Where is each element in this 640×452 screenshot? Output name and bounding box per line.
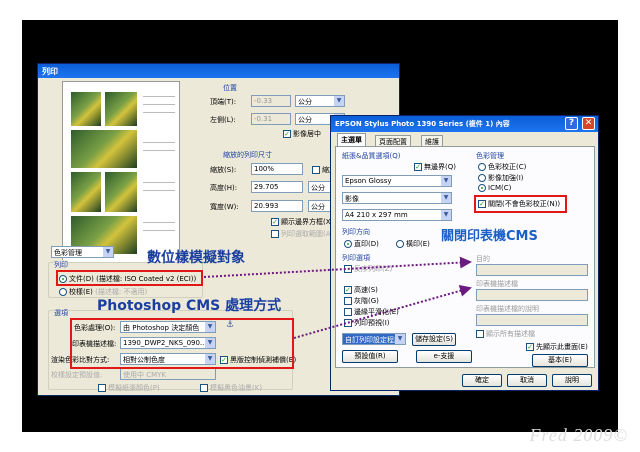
arrow-line — [293, 284, 472, 339]
arrow-line — [203, 256, 472, 278]
credit-watermark: Fred 2009© — [529, 425, 628, 445]
annotation-arrows — [203, 256, 472, 339]
